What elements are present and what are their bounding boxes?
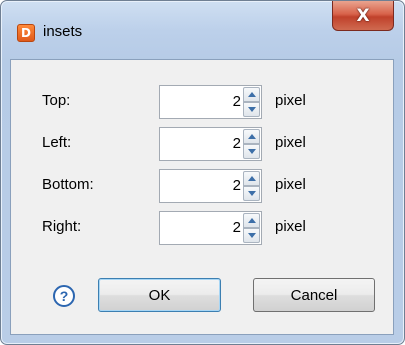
field-row-bottom: Bottom: 2 pixel [11,169,393,203]
top-spinner[interactable]: 2 [159,85,262,119]
ok-button[interactable]: OK [98,278,221,312]
window-title: insets [43,23,83,40]
cancel-button-label: Cancel [290,286,338,304]
dialog-window: D insets X Top: 2 pixel Left: 2 pixel Bo… [0,0,405,345]
title-bar[interactable]: D insets X [1,1,404,57]
close-icon: X [356,5,370,26]
field-row-right: Right: 2 pixel [11,211,393,245]
right-value-input[interactable]: 2 [233,212,241,244]
bottom-unit-label: pixel [275,176,306,193]
top-unit-label: pixel [275,92,306,109]
left-decrement-arrow-icon[interactable] [243,144,260,159]
left-spinner[interactable]: 2 [159,127,262,161]
left-spinner-buttons [243,129,260,159]
right-decrement-arrow-icon[interactable] [243,228,260,243]
bottom-spinner-buttons [243,171,260,201]
help-icon[interactable]: ? [53,285,75,307]
left-value-input[interactable]: 2 [233,128,241,160]
right-spinner-buttons [243,213,260,243]
right-label: Right: [42,218,82,235]
top-increment-arrow-icon[interactable] [243,87,260,102]
bottom-label: Bottom: [42,176,94,193]
bottom-spinner[interactable]: 2 [159,169,262,203]
field-row-top: Top: 2 pixel [11,85,393,119]
app-logo-icon: D [17,24,35,42]
right-increment-arrow-icon[interactable] [243,213,260,228]
top-decrement-arrow-icon[interactable] [243,102,260,117]
ok-button-label: OK [148,286,171,304]
right-spinner[interactable]: 2 [159,211,262,245]
bottom-decrement-arrow-icon[interactable] [243,186,260,201]
bottom-increment-arrow-icon[interactable] [243,171,260,186]
dialog-content: Top: 2 pixel Left: 2 pixel Bottom: 2 pix… [10,59,394,335]
bottom-value-input[interactable]: 2 [233,170,241,202]
top-value-input[interactable]: 2 [233,86,241,118]
cancel-button[interactable]: Cancel [253,278,375,312]
top-spinner-buttons [243,87,260,117]
close-button[interactable]: X [332,1,394,31]
top-label: Top: [42,92,71,109]
left-increment-arrow-icon[interactable] [243,129,260,144]
field-row-left: Left: 2 pixel [11,127,393,161]
right-unit-label: pixel [275,218,306,235]
left-label: Left: [42,134,72,151]
left-unit-label: pixel [275,134,306,151]
